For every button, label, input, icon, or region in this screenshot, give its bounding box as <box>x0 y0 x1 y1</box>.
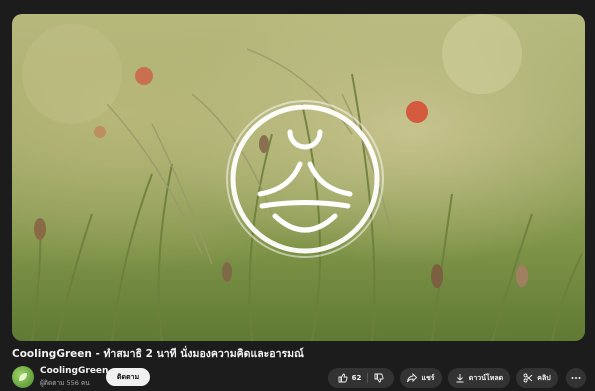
download-icon <box>456 374 464 383</box>
more-horizontal-icon <box>571 377 581 379</box>
thumbs-up-icon <box>338 373 348 383</box>
clip-button[interactable]: คลิป <box>516 368 558 388</box>
leaf-icon <box>19 373 27 381</box>
subscriber-count: ผู้ติดตาม 556 คน <box>40 379 90 387</box>
like-dislike-group: 62 <box>328 368 394 388</box>
meditation-logo-icon <box>226 100 384 258</box>
download-button[interactable]: ดาวน์โหลด <box>448 368 510 388</box>
download-label: ดาวน์โหลด <box>468 373 504 382</box>
subscribe-button[interactable]: ติดตาม <box>106 368 150 386</box>
scissors-icon <box>523 373 533 383</box>
more-actions-button[interactable] <box>566 368 586 388</box>
app-window: CoolingGreen - ทำสมาธิ 2 นาที นั่งมองควา… <box>0 0 595 391</box>
video-title: CoolingGreen - ทำสมาธิ 2 นาที นั่งมองควา… <box>12 348 304 360</box>
video-player[interactable] <box>12 14 585 341</box>
share-button[interactable]: แชร์ <box>400 368 442 388</box>
clip-label: คลิป <box>537 373 551 382</box>
channel-name[interactable]: CoolingGreen <box>40 366 108 376</box>
like-button[interactable]: 62 <box>338 373 369 383</box>
thumbs-down-icon <box>374 373 384 383</box>
share-arrow-icon <box>407 373 418 383</box>
share-label: แชร์ <box>421 373 435 382</box>
dislike-button[interactable] <box>372 373 384 383</box>
video-info-bar: CoolingGreen - ทำสมาธิ 2 นาที นั่งมองควา… <box>0 341 595 391</box>
like-count: 62 <box>351 374 362 382</box>
channel-avatar[interactable] <box>12 366 34 388</box>
